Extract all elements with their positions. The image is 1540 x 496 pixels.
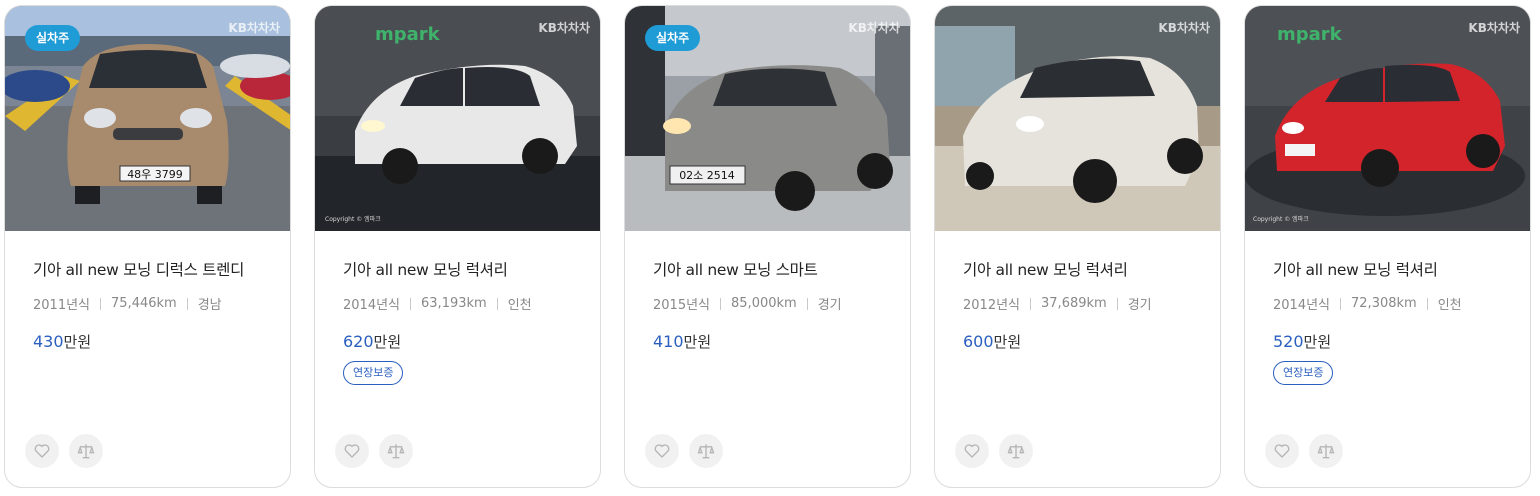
- favorite-button[interactable]: [645, 434, 679, 468]
- car-mileage: 85,000km: [731, 296, 797, 311]
- divider: [806, 297, 808, 310]
- car-title[interactable]: 기아 all new 모닝 럭셔리: [963, 258, 1192, 280]
- car-price: 620만원: [343, 331, 572, 352]
- car-specs: 2011년식 75,446km 경남: [33, 294, 262, 313]
- car-card-list: 48우 3799 실차주 KB차차차 기아 all new 모닝 디럭스 트렌디…: [0, 0, 1540, 496]
- brand-watermark: KB차차차: [538, 21, 590, 35]
- heart-icon: [1274, 444, 1290, 458]
- scale-icon: [387, 444, 405, 459]
- car-title[interactable]: 기아 all new 모닝 럭셔리: [343, 258, 572, 280]
- price-unit: 만원: [683, 333, 712, 351]
- photo-copyright: Copyright © 엠파크: [1253, 215, 1309, 223]
- car-year: 2014년식: [343, 298, 401, 313]
- car-photo[interactable]: mpark Copyright © 엠파크 KB차차차: [315, 6, 600, 231]
- car-year: 2011년식: [33, 298, 91, 313]
- car-region: 인천: [507, 298, 532, 313]
- compare-button[interactable]: [379, 434, 413, 468]
- car-specs: 2012년식 37,689km 경기: [963, 294, 1192, 313]
- svg-text:mpark: mpark: [375, 24, 441, 45]
- car-photo[interactable]: KB차차차: [935, 6, 1220, 231]
- price-value: 620: [343, 332, 374, 351]
- car-specs: 2014년식 63,193km 인천: [343, 294, 572, 313]
- svg-text:02소 2514: 02소 2514: [679, 169, 735, 182]
- svg-text:48우 3799: 48우 3799: [127, 168, 183, 181]
- scale-icon: [1007, 444, 1025, 459]
- car-region: 경기: [817, 298, 842, 313]
- heart-icon: [344, 444, 360, 458]
- favorite-button[interactable]: [955, 434, 989, 468]
- price-unit: 만원: [1303, 333, 1332, 351]
- car-title[interactable]: 기아 all new 모닝 스마트: [653, 258, 882, 280]
- price-unit: 만원: [993, 333, 1022, 351]
- photo-copyright: Copyright © 엠파크: [325, 215, 381, 223]
- price-unit: 만원: [373, 333, 402, 351]
- brand-watermark: KB차차차: [1468, 21, 1520, 35]
- divider: [186, 297, 188, 310]
- car-region: 경남: [197, 298, 222, 313]
- divider: [1340, 297, 1342, 310]
- car-price: 410만원: [653, 331, 882, 352]
- car-mileage: 75,446km: [111, 296, 177, 311]
- car-title[interactable]: 기아 all new 모닝 디럭스 트렌디: [33, 258, 262, 280]
- price-value: 600: [963, 332, 994, 351]
- car-title[interactable]: 기아 all new 모닝 럭셔리: [1273, 258, 1502, 280]
- compare-button[interactable]: [1309, 434, 1343, 468]
- brand-watermark: KB차차차: [228, 21, 280, 35]
- car-price: 520만원: [1273, 331, 1502, 352]
- compare-button[interactable]: [69, 434, 103, 468]
- price-value: 410: [653, 332, 684, 351]
- svg-text:mpark: mpark: [1277, 24, 1343, 45]
- divider: [1116, 297, 1118, 310]
- car-card[interactable]: mpark Copyright © 엠파크 KB차차차 기아 all new 모…: [314, 5, 601, 488]
- car-region: 경기: [1127, 298, 1152, 313]
- owner-verified-badge: 실차주: [25, 25, 81, 51]
- favorite-button[interactable]: [1265, 434, 1299, 468]
- car-photo[interactable]: 48우 3799 실차주 KB차차차: [5, 6, 290, 231]
- divider: [1030, 297, 1032, 310]
- price-value: 430: [33, 332, 64, 351]
- car-photo[interactable]: 02소 2514 실차주 KB차차차: [625, 6, 910, 231]
- car-year: 2014년식: [1273, 298, 1331, 313]
- car-price: 600만원: [963, 331, 1192, 352]
- price-value: 520: [1273, 332, 1304, 351]
- compare-button[interactable]: [999, 434, 1033, 468]
- extended-warranty-tag: 연장보증: [343, 361, 404, 385]
- extended-warranty-tag: 연장보증: [1273, 361, 1334, 385]
- divider: [1426, 297, 1428, 310]
- heart-icon: [34, 444, 50, 458]
- favorite-button[interactable]: [335, 434, 369, 468]
- divider: [410, 297, 412, 310]
- car-card[interactable]: 02소 2514 실차주 KB차차차 기아 all new 모닝 스마트 201…: [624, 5, 911, 488]
- compare-button[interactable]: [689, 434, 723, 468]
- car-card[interactable]: KB차차차 기아 all new 모닝 럭셔리 2012년식 37,689km …: [934, 5, 1221, 488]
- car-card[interactable]: 48우 3799 실차주 KB차차차 기아 all new 모닝 디럭스 트렌디…: [4, 5, 291, 488]
- car-mileage: 63,193km: [421, 296, 487, 311]
- price-unit: 만원: [63, 333, 92, 351]
- car-year: 2015년식: [653, 298, 711, 313]
- car-mileage: 37,689km: [1041, 296, 1107, 311]
- scale-icon: [697, 444, 715, 459]
- heart-icon: [654, 444, 670, 458]
- car-specs: 2014년식 72,308km 인천: [1273, 294, 1502, 313]
- car-region: 인천: [1437, 298, 1462, 313]
- car-photo[interactable]: mpark Copyright © 엠파크 KB차차차: [1245, 6, 1530, 231]
- divider: [100, 297, 102, 310]
- owner-verified-badge: 실차주: [645, 25, 701, 51]
- car-card[interactable]: mpark Copyright © 엠파크 KB차차차 기아 all new 모…: [1244, 5, 1531, 488]
- car-year: 2012년식: [963, 298, 1021, 313]
- brand-watermark: KB차차차: [848, 21, 900, 35]
- car-mileage: 72,308km: [1351, 296, 1417, 311]
- divider: [720, 297, 722, 310]
- scale-icon: [1317, 444, 1335, 459]
- car-specs: 2015년식 85,000km 경기: [653, 294, 882, 313]
- brand-watermark: KB차차차: [1158, 21, 1210, 35]
- divider: [496, 297, 498, 310]
- car-price: 430만원: [33, 331, 262, 352]
- heart-icon: [964, 444, 980, 458]
- favorite-button[interactable]: [25, 434, 59, 468]
- scale-icon: [77, 444, 95, 459]
